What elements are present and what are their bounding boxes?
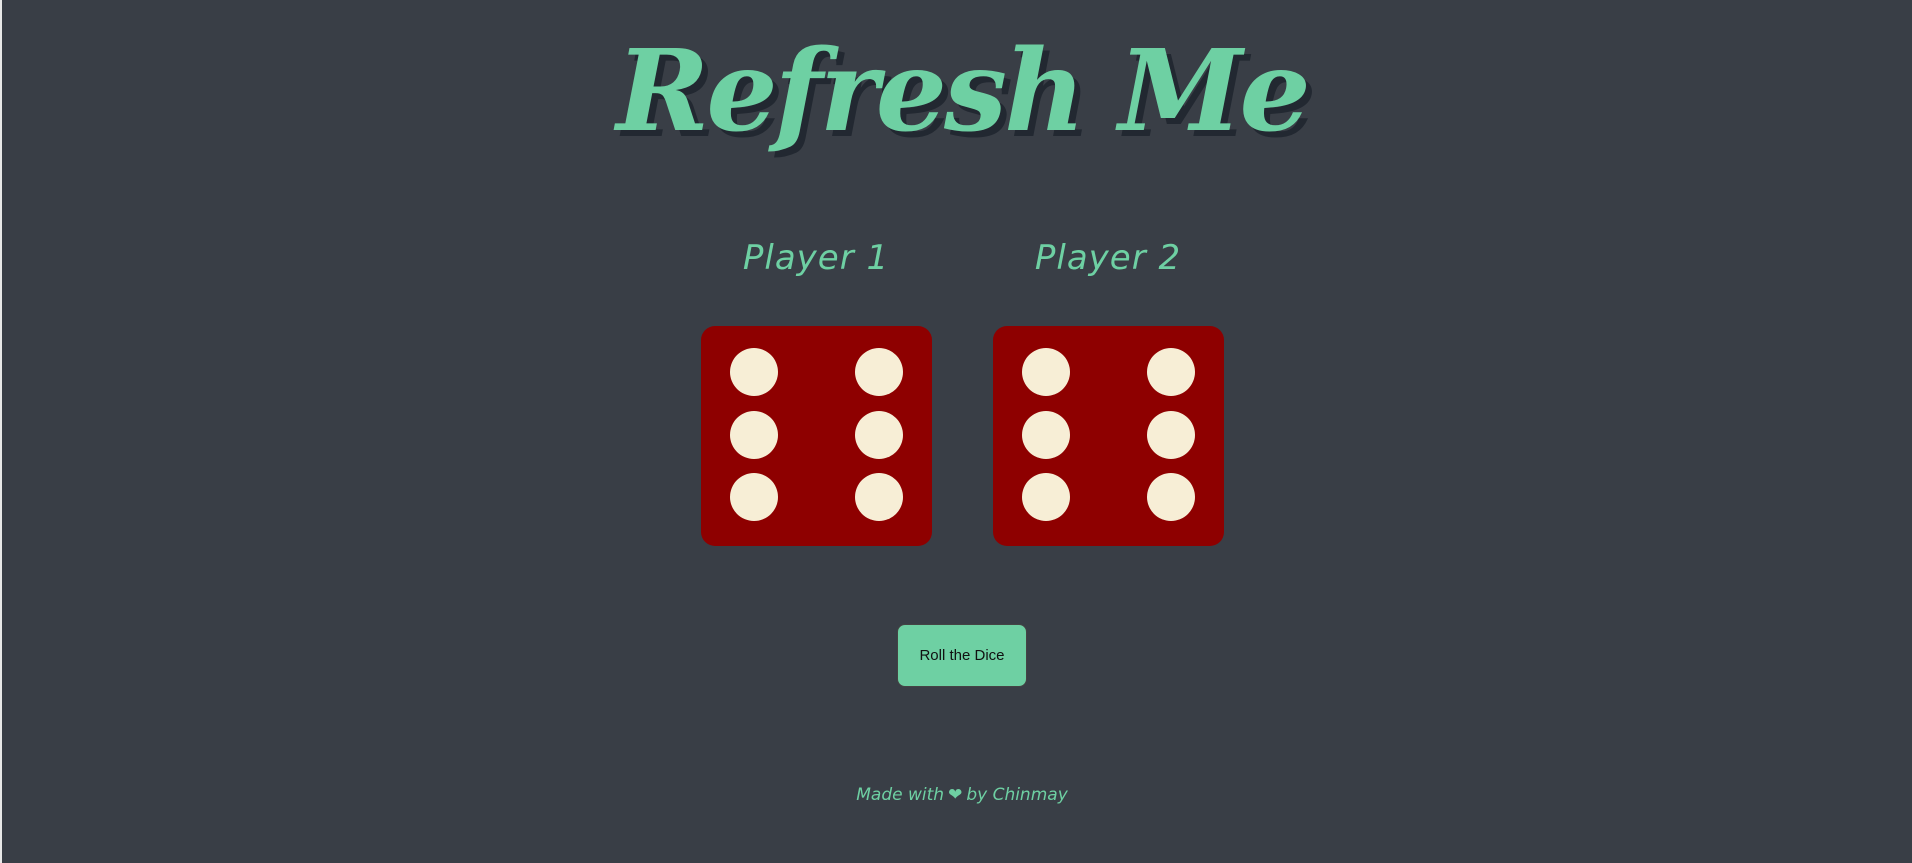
footer-credit: Made with ❤ by Chinmay — [0, 785, 1912, 805]
player-1-panel: Player 1 — [686, 228, 946, 546]
die-pip — [854, 348, 903, 396]
player-2-panel: Player 2 — [978, 228, 1238, 546]
die-pip — [1021, 473, 1070, 521]
player-1-die — [700, 326, 932, 546]
die-pip — [1146, 348, 1195, 396]
die-pip — [854, 473, 903, 521]
player-1-label: Player 1 — [742, 238, 890, 278]
die-pip — [729, 411, 778, 459]
die-pip — [1146, 473, 1195, 521]
footer-suffix: by Chinmay — [966, 785, 1068, 805]
page-title: Refresh Me — [616, 26, 1311, 157]
footer-prefix: Made with — [856, 785, 945, 805]
roll-dice-button[interactable]: Roll the Dice — [897, 624, 1027, 687]
die-pip — [729, 348, 778, 396]
die-pip — [854, 411, 903, 459]
heart-icon: ❤ — [948, 785, 963, 805]
player-2-die — [992, 326, 1224, 546]
die-pip — [1021, 411, 1070, 459]
die-pip — [1021, 348, 1070, 396]
player-2-label: Player 2 — [1034, 238, 1182, 278]
die-pip — [1146, 411, 1195, 459]
die-pip — [729, 473, 778, 521]
